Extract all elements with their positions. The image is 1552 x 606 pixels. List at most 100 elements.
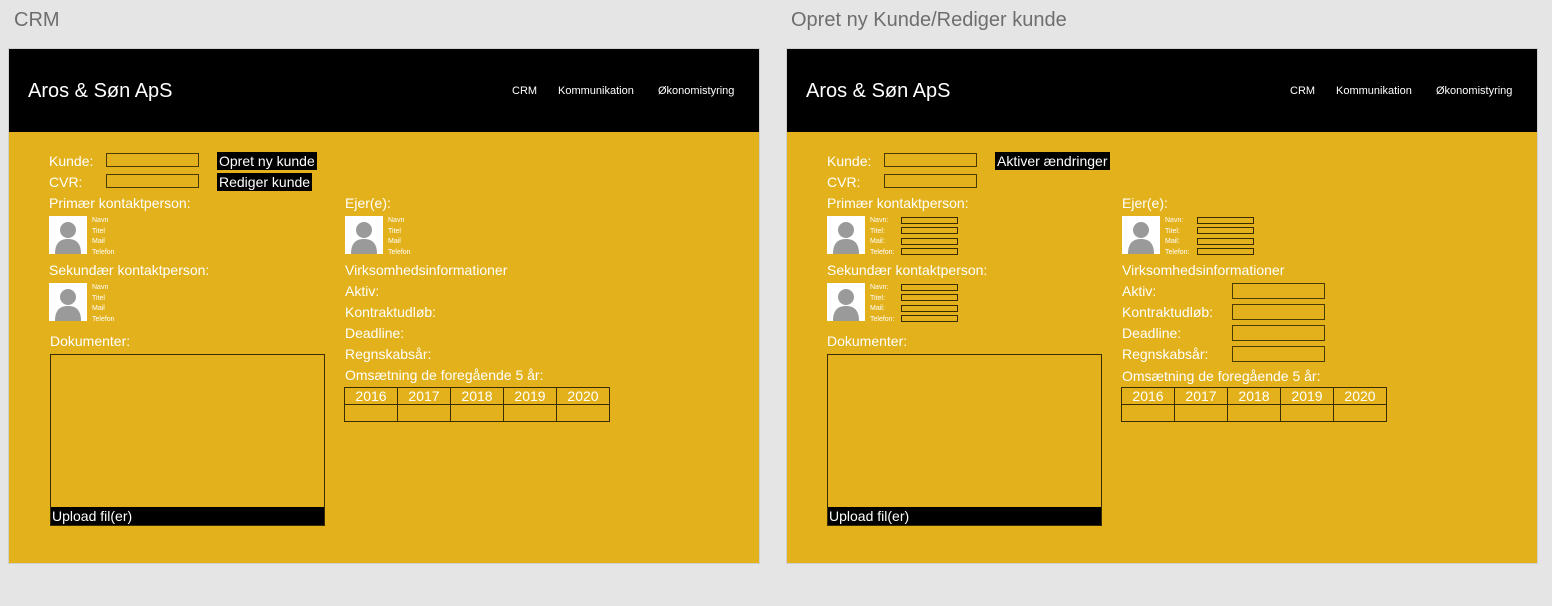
year-header: 2016 (344, 387, 398, 405)
revenue-table: 2016 2017 2018 2019 2020 (344, 387, 610, 422)
contact-title-input[interactable] (901, 294, 958, 301)
primary-contact-label: Primær kontaktperson: (49, 195, 191, 211)
contract-expiry-input[interactable] (1232, 304, 1325, 320)
contact-phone-input[interactable] (901, 315, 958, 322)
contact-phone-input[interactable] (901, 248, 958, 255)
owner-avatar-icon (1122, 216, 1160, 254)
cvr-input[interactable] (884, 174, 977, 188)
year-header: 2018 (450, 387, 504, 405)
revenue-cell (450, 404, 504, 422)
brand-name: Aros & Søn ApS (28, 80, 173, 102)
owner-title-label: Titel (388, 227, 401, 235)
secondary-contact-label: Sekundær kontaktperson: (49, 262, 210, 278)
owner-details: Navn: Titel: Mail: Telefon: (1165, 216, 1190, 258)
year-header: 2017 (1174, 387, 1228, 405)
secondary-contact-avatar-icon (49, 283, 87, 321)
nav-okonomistyring[interactable]: Økonomistyring (658, 85, 734, 97)
year-header: 2019 (1280, 387, 1334, 405)
year-header: 2020 (1333, 387, 1387, 405)
fiscal-year-label: Regnskabsår: (345, 346, 432, 362)
contact-name-label: Navn (92, 217, 109, 224)
contract-expiry-label: Kontraktudløb: (345, 304, 437, 320)
kunde-label: Kunde: (827, 153, 872, 169)
owner-title-input[interactable] (1197, 227, 1254, 234)
aktiv-input[interactable] (1232, 283, 1325, 299)
revenue-input-cell[interactable] (1227, 404, 1281, 422)
frame-title-crm: CRM (14, 9, 60, 31)
revenue-input-cell[interactable] (1333, 404, 1387, 422)
deadline-label: Deadline: (345, 325, 405, 341)
revenue-cell (397, 404, 451, 422)
contact-mail-label: Mail: (870, 305, 885, 312)
primary-contact-avatar-icon (827, 216, 865, 254)
upload-files-button[interactable]: Upload fil(er) (51, 507, 324, 525)
owner-label: Ejer(e): (1122, 195, 1168, 211)
brand-name: Aros & Søn ApS (806, 80, 951, 102)
cvr-input[interactable] (106, 174, 199, 188)
documents-dropzone[interactable]: Upload fil(er) (827, 354, 1102, 526)
contact-name-label: Navn: (870, 284, 889, 291)
edit-customer-button[interactable]: Rediger kunde (217, 173, 313, 191)
owner-label: Ejer(e): (345, 195, 391, 211)
owner-name-input[interactable] (1197, 217, 1254, 224)
documents-label: Dokumenter: (50, 333, 131, 349)
documents-dropzone[interactable]: Upload fil(er) (50, 354, 325, 526)
nav-crm[interactable]: CRM (512, 85, 537, 97)
revenue-input-cell[interactable] (1174, 404, 1228, 422)
fiscal-year-input[interactable] (1232, 346, 1325, 362)
fiscal-year-label: Regnskabsår: (1122, 346, 1209, 362)
primary-contact-avatar-icon (49, 216, 87, 254)
deadline-input[interactable] (1232, 325, 1325, 341)
aktiv-label: Aktiv: (345, 283, 380, 299)
contact-mail-input[interactable] (901, 238, 958, 245)
create-customer-button[interactable]: Opret ny kunde (217, 152, 317, 170)
cvr-label: CVR: (49, 174, 83, 190)
contact-phone-label: Telefon (92, 315, 115, 323)
contact-title-input[interactable] (901, 227, 958, 234)
deadline-label: Deadline: (1122, 325, 1182, 341)
contact-phone-label: Telefon: (870, 315, 895, 323)
contact-name-input[interactable] (901, 217, 958, 224)
primary-contact-details: Navn Titel Mail Telefon (92, 216, 115, 258)
owner-details: Navn Titel Mail Telefon (388, 216, 411, 258)
kunde-input[interactable] (106, 153, 199, 167)
kunde-input[interactable] (884, 153, 977, 167)
nav-kommunikation[interactable]: Kommunikation (558, 85, 634, 97)
contact-name-input[interactable] (901, 284, 958, 291)
contract-expiry-label: Kontraktudløb: (1122, 304, 1214, 320)
top-bar: Aros & Søn ApS CRM Kommunikation Økonomi… (787, 49, 1537, 132)
owner-name-label: Navn (388, 217, 405, 224)
owner-mail-input[interactable] (1197, 238, 1254, 245)
apply-changes-button[interactable]: Aktiver ændringer (995, 152, 1110, 170)
revenue-table: 2016 2017 2018 2019 2020 (1121, 387, 1387, 422)
owner-mail-label: Mail (388, 238, 401, 245)
contact-title-label: Titel (92, 294, 105, 302)
documents-label: Dokumenter: (827, 333, 908, 349)
owner-phone-label: Telefon (388, 248, 411, 256)
owner-phone-label: Telefon: (1165, 248, 1190, 256)
contact-phone-label: Telefon: (870, 248, 895, 256)
year-header: 2020 (556, 387, 610, 405)
revenue-input-cell[interactable] (1121, 404, 1175, 422)
top-bar: Aros & Søn ApS CRM Kommunikation Økonomi… (9, 49, 759, 132)
secondary-contact-details: Navn Titel Mail Telefon (92, 283, 115, 325)
year-header: 2016 (1121, 387, 1175, 405)
contact-mail-label: Mail (92, 305, 105, 312)
year-header: 2019 (503, 387, 557, 405)
nav-crm[interactable]: CRM (1290, 85, 1315, 97)
contact-name-label: Navn: (870, 217, 889, 224)
revenue-input-cell[interactable] (1280, 404, 1334, 422)
aktiv-label: Aktiv: (1122, 283, 1157, 299)
upload-files-button[interactable]: Upload fil(er) (828, 507, 1101, 525)
secondary-contact-label: Sekundær kontaktperson: (827, 262, 988, 278)
nav-okonomistyring[interactable]: Økonomistyring (1436, 85, 1512, 97)
nav-kommunikation[interactable]: Kommunikation (1336, 85, 1412, 97)
year-header: 2017 (397, 387, 451, 405)
owner-phone-input[interactable] (1197, 248, 1254, 255)
revenue-cell (556, 404, 610, 422)
primary-contact-details: Navn: Titel: Mail: Telefon: (870, 216, 895, 258)
contact-mail-label: Mail (92, 238, 105, 245)
owner-title-label: Titel: (1165, 227, 1180, 235)
contact-mail-input[interactable] (901, 305, 958, 312)
contact-title-label: Titel: (870, 227, 885, 235)
